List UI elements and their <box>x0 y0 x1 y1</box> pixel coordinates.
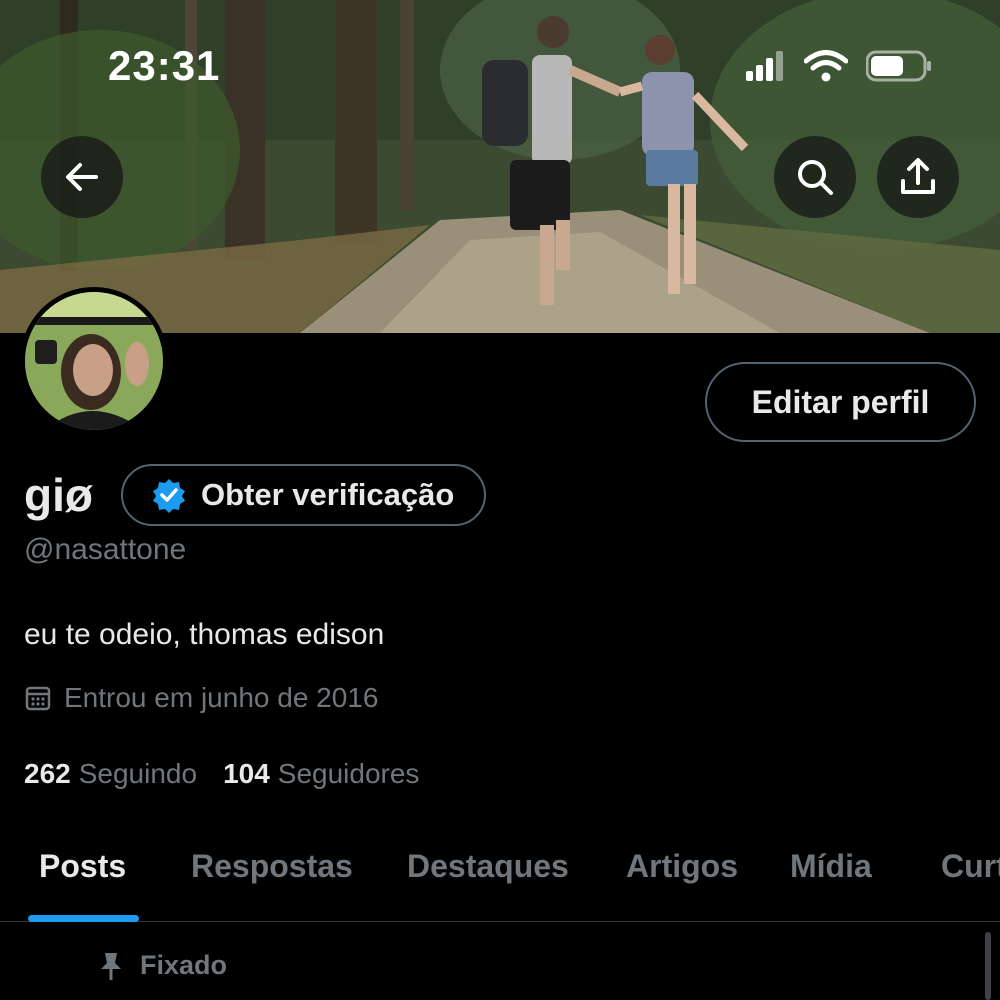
profile-bio: eu te odeio, thomas edison <box>24 618 385 651</box>
joined-date: Entrou em junho de 2016 <box>24 682 378 714</box>
avatar[interactable] <box>20 287 168 435</box>
verified-badge-icon <box>153 479 185 513</box>
arrow-left-icon <box>66 163 98 191</box>
avatar-photo <box>25 292 163 430</box>
pinned-post-header: Fixado <box>98 950 227 981</box>
tab-likes[interactable]: Curt <box>941 848 1000 885</box>
tab-highlights[interactable]: Destaques <box>407 848 569 885</box>
calendar-icon <box>25 686 51 711</box>
status-icons <box>746 50 932 82</box>
pin-icon <box>101 952 121 980</box>
follow-stats: 262 Seguindo 104 Seguidores <box>24 758 419 790</box>
tab-replies[interactable]: Respostas <box>191 848 353 885</box>
active-tab-indicator <box>28 915 139 922</box>
profile-tabs: Posts Respostas Destaques Artigos Mídia … <box>0 830 1000 922</box>
following-label: Seguindo <box>78 758 198 789</box>
share-button[interactable] <box>877 136 959 218</box>
followers-count: 104 <box>223 758 270 789</box>
profile-name: giø <box>24 469 93 521</box>
back-button[interactable] <box>41 136 123 218</box>
following-link[interactable]: 262 Seguindo <box>24 758 197 790</box>
profile-handle: @nasattone <box>24 533 187 566</box>
following-count: 262 <box>24 758 71 789</box>
scrollbar[interactable] <box>985 932 991 1000</box>
pinned-label: Fixado <box>140 950 228 980</box>
status-time: 23:31 <box>108 42 221 89</box>
get-verified-button[interactable]: Obter verificação <box>121 464 487 526</box>
tab-media[interactable]: Mídia <box>790 848 872 885</box>
signal-icon <box>746 51 783 81</box>
edit-profile-button[interactable]: Editar perfil <box>705 362 976 442</box>
tab-articles[interactable]: Artigos <box>626 848 738 885</box>
wifi-icon <box>804 50 848 82</box>
search-button[interactable] <box>774 136 856 218</box>
tab-posts[interactable]: Posts <box>39 848 126 885</box>
avatar-image <box>25 292 163 430</box>
battery-icon <box>866 50 931 82</box>
joined-label: Entrou em junho de 2016 <box>64 682 379 713</box>
get-verified-label: Obter verificação <box>201 477 455 512</box>
share-icon <box>901 158 935 194</box>
followers-label: Seguidores <box>277 758 420 789</box>
search-icon <box>798 160 833 195</box>
followers-link[interactable]: 104 Seguidores <box>223 758 419 790</box>
